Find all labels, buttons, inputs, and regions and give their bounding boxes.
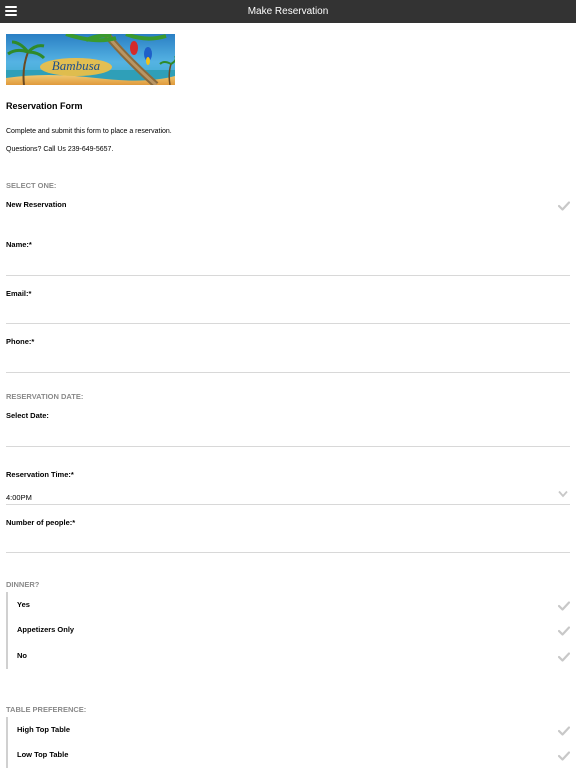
checkmark-icon <box>558 626 570 636</box>
table-preference-section-label: TABLE PREFERENCE: <box>6 705 87 714</box>
reservation-date-section-label: RESERVATION DATE: <box>6 392 84 401</box>
dinner-option-label: No <box>17 651 27 660</box>
date-divider <box>6 446 570 447</box>
date-picker-input[interactable] <box>6 423 570 445</box>
chevron-down-icon <box>558 490 568 498</box>
phone-input[interactable] <box>6 349 570 371</box>
checkmark-icon <box>558 751 570 761</box>
phone-label: Phone:* <box>6 337 35 346</box>
checkmark-icon <box>558 652 570 662</box>
page-title: Make Reservation <box>247 6 329 17</box>
questions-phone-text: Questions? Call Us 239-649-5657. <box>6 146 114 153</box>
form-intro-text: Complete and submit this form to place a… <box>6 128 172 135</box>
table-option-label: High Top Table <box>17 725 71 734</box>
email-divider <box>6 323 570 324</box>
dinner-option-appetizers[interactable]: Appetizers Only <box>6 619 570 643</box>
time-divider <box>6 504 570 505</box>
dinner-option-label: Appetizers Only <box>17 625 75 634</box>
people-divider <box>6 552 570 553</box>
reservation-time-value: 4:00PM <box>6 493 32 502</box>
form-title: Reservation Form <box>6 101 83 111</box>
table-option-high-top[interactable]: High Top Table <box>6 719 570 743</box>
table-option-label: Low Top Table <box>17 750 69 759</box>
dinner-option-yes[interactable]: Yes <box>6 594 570 618</box>
name-input[interactable] <box>6 252 570 274</box>
number-of-people-label: Number of people:* <box>6 518 76 527</box>
bambusa-logo-banner: Bambusa <box>6 34 175 85</box>
table-option-low-top[interactable]: Low Top Table <box>6 744 570 768</box>
email-input[interactable] <box>6 301 570 323</box>
dinner-section-label: DINNER? <box>6 580 40 589</box>
select-date-label: Select Date: <box>6 411 49 420</box>
dinner-option-label: Yes <box>17 600 30 609</box>
checkmark-icon <box>558 201 570 211</box>
select-one-label: SELECT ONE: <box>6 181 57 190</box>
reservation-time-select[interactable]: 4:00PM <box>0 485 576 505</box>
name-divider <box>6 275 570 276</box>
new-reservation-option[interactable]: New Reservation <box>0 196 576 216</box>
reservation-time-label: Reservation Time:* <box>6 470 74 479</box>
logo-text: Bambusa <box>52 58 101 73</box>
top-bar: Make Reservation <box>0 0 576 23</box>
dinner-options: Yes Appetizers Only No <box>6 592 570 669</box>
checkmark-icon <box>558 601 570 611</box>
new-reservation-label: New Reservation <box>6 200 67 209</box>
email-label: Email:* <box>6 289 32 298</box>
checkmark-icon <box>558 726 570 736</box>
name-label: Name:* <box>6 240 32 249</box>
phone-divider <box>6 372 570 373</box>
dinner-option-no[interactable]: No <box>6 645 570 669</box>
table-preference-options: High Top Table Low Top Table <box>6 717 570 768</box>
number-of-people-input[interactable] <box>6 530 570 552</box>
